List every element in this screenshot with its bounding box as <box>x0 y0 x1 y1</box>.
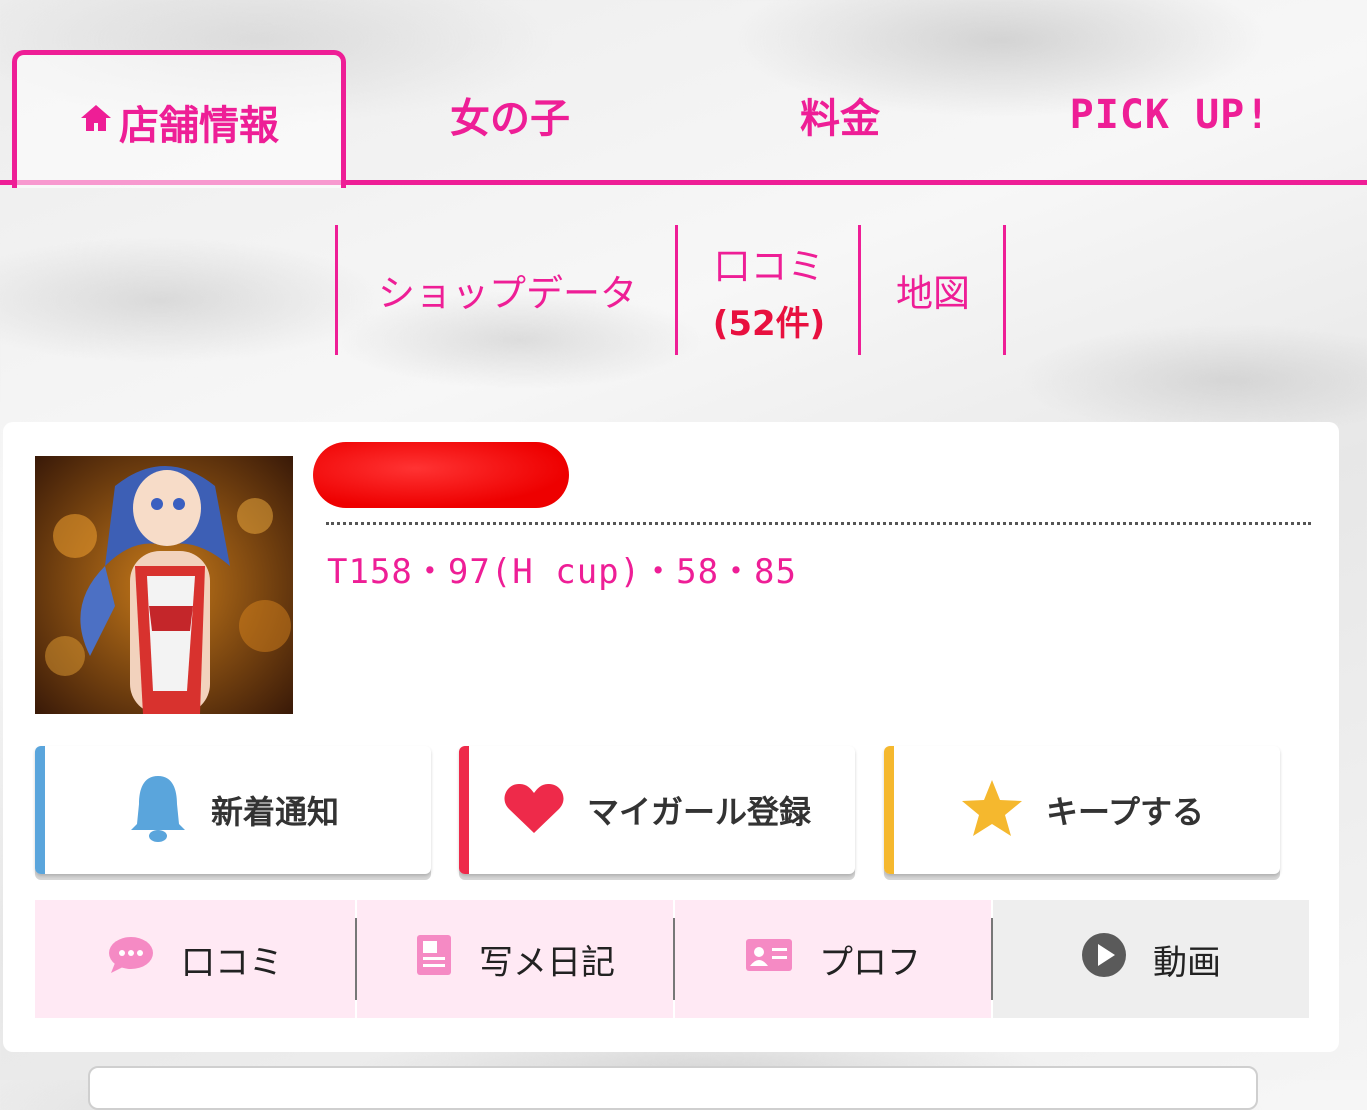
tab-label: 店舗情報 <box>119 102 279 149</box>
tab-shop-info[interactable]: 店舗情報 <box>12 50 346 188</box>
star-icon <box>960 778 1024 842</box>
subnav-divider <box>1003 225 1006 355</box>
keep-label: キープする <box>1045 793 1205 831</box>
main-tab-bar: 店舗情報 女の子 料金 PICK UP! <box>0 50 1367 188</box>
content-tab-bar: 口コミ 写メ日記 プロフ 動画 <box>35 900 1309 1018</box>
subnav-divider <box>858 225 861 355</box>
mygirl-label: マイガール登録 <box>586 793 811 831</box>
tab-price[interactable]: 料金 <box>675 50 1005 180</box>
bell-icon <box>127 772 189 848</box>
notify-button[interactable]: 新着通知 <box>35 746 431 874</box>
accent-bar <box>459 746 469 874</box>
tab-label: 女の子 <box>450 96 570 142</box>
content-tab-video[interactable]: 動画 <box>993 900 1309 1018</box>
content-tab-profile[interactable]: プロフ <box>675 900 991 1018</box>
notify-label: 新着通知 <box>210 793 339 831</box>
subnav-label: 地図 <box>896 272 970 315</box>
content-tab-diary[interactable]: 写メ日記 <box>357 900 673 1018</box>
accent-bar <box>35 746 45 874</box>
tab-label: PICK UP! <box>1069 92 1271 138</box>
tab-girls[interactable]: 女の子 <box>345 50 675 180</box>
accent-bar <box>884 746 894 874</box>
reviews-count: (52件) <box>712 303 826 344</box>
profile-card: T158・97(H cup)・58・85 新着通知 マイガール登録 キープする … <box>3 422 1339 1052</box>
dotted-divider <box>326 522 1311 525</box>
subnav-shop-data[interactable]: ショップデータ <box>340 225 675 355</box>
subnav-label: 口コミ <box>713 244 825 288</box>
profile-card-icon <box>745 938 793 981</box>
profile-photo[interactable] <box>35 456 293 714</box>
subnav-divider <box>335 225 338 355</box>
diary-icon <box>415 933 453 986</box>
content-tab-label: 動画 <box>1153 942 1221 983</box>
subnav-reviews[interactable]: 口コミ (52件) <box>680 225 858 355</box>
content-tab-label: 写メ日記 <box>479 942 615 983</box>
content-tab-reviews[interactable]: 口コミ <box>35 900 355 1018</box>
home-icon <box>79 102 113 142</box>
play-icon <box>1081 932 1127 987</box>
mygirl-button[interactable]: マイガール登録 <box>459 746 855 874</box>
tab-label: 料金 <box>800 96 880 142</box>
next-section-box <box>88 1066 1258 1110</box>
subnav-map[interactable]: 地図 <box>863 225 1003 355</box>
tab-pickup[interactable]: PICK UP! <box>1005 50 1335 180</box>
body-measurements: T158・97(H cup)・58・85 <box>327 552 797 592</box>
heart-icon <box>503 781 565 839</box>
keep-button[interactable]: キープする <box>884 746 1280 874</box>
chat-bubble-icon <box>107 935 155 984</box>
content-tab-label: 口コミ <box>181 942 283 983</box>
subnav-divider <box>675 225 678 355</box>
subnav-label: ショップデータ <box>378 272 637 315</box>
content-tab-label: プロフ <box>819 942 921 983</box>
name-redaction <box>313 442 569 508</box>
